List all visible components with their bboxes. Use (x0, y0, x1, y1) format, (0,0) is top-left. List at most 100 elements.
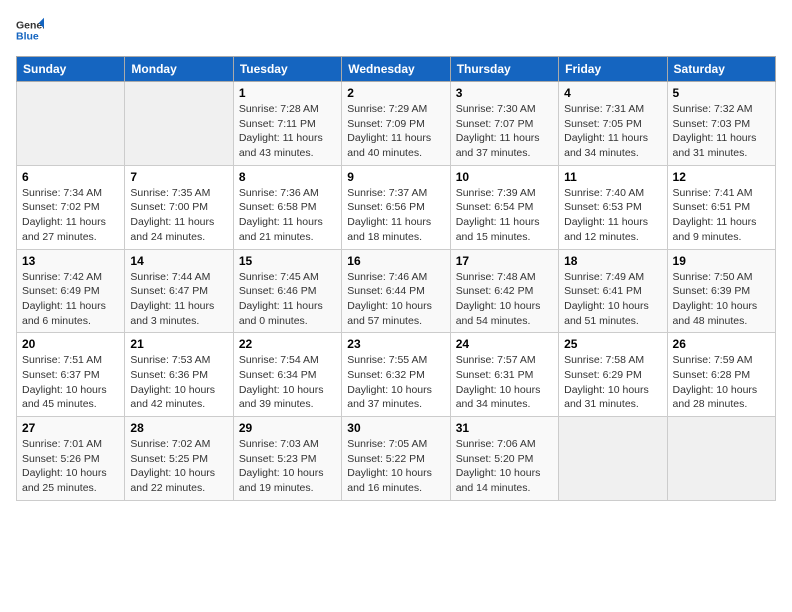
day-info: Sunrise: 7:01 AMSunset: 5:26 PMDaylight:… (22, 437, 119, 496)
day-number: 7 (130, 170, 227, 184)
day-info: Sunrise: 7:32 AMSunset: 7:03 PMDaylight:… (673, 102, 770, 161)
day-info: Sunrise: 7:55 AMSunset: 6:32 PMDaylight:… (347, 353, 444, 412)
calendar-cell: 21 Sunrise: 7:53 AMSunset: 6:36 PMDayligh… (125, 333, 233, 417)
day-number: 26 (673, 337, 770, 351)
calendar-cell: 22 Sunrise: 7:54 AMSunset: 6:34 PMDayligh… (233, 333, 341, 417)
calendar-cell: 12 Sunrise: 7:41 AMSunset: 6:51 PMDayligh… (667, 165, 775, 249)
day-number: 23 (347, 337, 444, 351)
day-number: 6 (22, 170, 119, 184)
day-info: Sunrise: 7:36 AMSunset: 6:58 PMDaylight:… (239, 186, 336, 245)
day-info: Sunrise: 7:59 AMSunset: 6:28 PMDaylight:… (673, 353, 770, 412)
day-number: 19 (673, 254, 770, 268)
day-info: Sunrise: 7:41 AMSunset: 6:51 PMDaylight:… (673, 186, 770, 245)
day-info: Sunrise: 7:54 AMSunset: 6:34 PMDaylight:… (239, 353, 336, 412)
day-info: Sunrise: 7:57 AMSunset: 6:31 PMDaylight:… (456, 353, 553, 412)
calendar-cell: 25 Sunrise: 7:58 AMSunset: 6:29 PMDayligh… (559, 333, 667, 417)
calendar-cell (17, 82, 125, 166)
calendar-week-3: 13 Sunrise: 7:42 AMSunset: 6:49 PMDayligh… (17, 249, 776, 333)
day-number: 28 (130, 421, 227, 435)
calendar-cell (125, 82, 233, 166)
day-number: 22 (239, 337, 336, 351)
weekday-header-sunday: Sunday (17, 57, 125, 82)
day-number: 29 (239, 421, 336, 435)
calendar-week-5: 27 Sunrise: 7:01 AMSunset: 5:26 PMDayligh… (17, 417, 776, 501)
day-info: Sunrise: 7:46 AMSunset: 6:44 PMDaylight:… (347, 270, 444, 329)
calendar-cell: 24 Sunrise: 7:57 AMSunset: 6:31 PMDayligh… (450, 333, 558, 417)
day-info: Sunrise: 7:45 AMSunset: 6:46 PMDaylight:… (239, 270, 336, 329)
day-number: 9 (347, 170, 444, 184)
day-info: Sunrise: 7:31 AMSunset: 7:05 PMDaylight:… (564, 102, 661, 161)
page-header: General Blue (16, 16, 776, 44)
calendar-week-4: 20Sunrise: 7:51 AMSunset: 6:37 PMDayligh… (17, 333, 776, 417)
calendar-cell: 20Sunrise: 7:51 AMSunset: 6:37 PMDayligh… (17, 333, 125, 417)
day-info: Sunrise: 7:44 AMSunset: 6:47 PMDaylight:… (130, 270, 227, 329)
day-number: 21 (130, 337, 227, 351)
calendar-week-1: 1Sunrise: 7:28 AMSunset: 7:11 PMDaylight… (17, 82, 776, 166)
calendar-cell: 31Sunrise: 7:06 AMSunset: 5:20 PMDayligh… (450, 417, 558, 501)
logo-icon: General Blue (16, 16, 44, 44)
day-number: 18 (564, 254, 661, 268)
day-info: Sunrise: 7:58 AMSunset: 6:29 PMDaylight:… (564, 353, 661, 412)
calendar-cell: 17Sunrise: 7:48 AMSunset: 6:42 PMDayligh… (450, 249, 558, 333)
day-info: Sunrise: 7:28 AMSunset: 7:11 PMDaylight:… (239, 102, 336, 161)
day-number: 16 (347, 254, 444, 268)
day-info: Sunrise: 7:40 AMSunset: 6:53 PMDaylight:… (564, 186, 661, 245)
calendar-cell: 13 Sunrise: 7:42 AMSunset: 6:49 PMDayligh… (17, 249, 125, 333)
svg-text:General: General (16, 19, 44, 31)
day-number: 25 (564, 337, 661, 351)
day-number: 27 (22, 421, 119, 435)
calendar-cell: 10 Sunrise: 7:39 AMSunset: 6:54 PMDayligh… (450, 165, 558, 249)
day-number: 14 (130, 254, 227, 268)
day-number: 24 (456, 337, 553, 351)
day-info: Sunrise: 7:29 AMSunset: 7:09 PMDaylight:… (347, 102, 444, 161)
calendar-cell: 11 Sunrise: 7:40 AMSunset: 6:53 PMDayligh… (559, 165, 667, 249)
day-info: Sunrise: 7:02 AMSunset: 5:25 PMDaylight:… (130, 437, 227, 496)
calendar-table: SundayMondayTuesdayWednesdayThursdayFrid… (16, 56, 776, 501)
calendar-cell: 19 Sunrise: 7:50 AMSunset: 6:39 PMDayligh… (667, 249, 775, 333)
calendar-week-2: 6Sunrise: 7:34 AMSunset: 7:02 PMDaylight… (17, 165, 776, 249)
calendar-cell: 9 Sunrise: 7:37 AMSunset: 6:56 PMDaylight… (342, 165, 450, 249)
calendar-cell: 14 Sunrise: 7:44 AMSunset: 6:47 PMDayligh… (125, 249, 233, 333)
day-number: 13 (22, 254, 119, 268)
logo: General Blue (16, 16, 44, 44)
calendar-cell: 27 Sunrise: 7:01 AMSunset: 5:26 PMDayligh… (17, 417, 125, 501)
day-number: 10 (456, 170, 553, 184)
day-info: Sunrise: 7:37 AMSunset: 6:56 PMDaylight:… (347, 186, 444, 245)
day-info: Sunrise: 7:50 AMSunset: 6:39 PMDaylight:… (673, 270, 770, 329)
calendar-cell: 4 Sunrise: 7:31 AMSunset: 7:05 PMDaylight… (559, 82, 667, 166)
weekday-header-thursday: Thursday (450, 57, 558, 82)
day-info: Sunrise: 7:39 AMSunset: 6:54 PMDaylight:… (456, 186, 553, 245)
day-info: Sunrise: 7:48 AMSunset: 6:42 PMDaylight:… (456, 270, 553, 329)
calendar-cell: 29 Sunrise: 7:03 AMSunset: 5:23 PMDayligh… (233, 417, 341, 501)
calendar-cell: 30 Sunrise: 7:05 AMSunset: 5:22 PMDayligh… (342, 417, 450, 501)
weekday-header-monday: Monday (125, 57, 233, 82)
calendar-cell: 1Sunrise: 7:28 AMSunset: 7:11 PMDaylight… (233, 82, 341, 166)
day-number: 11 (564, 170, 661, 184)
day-number: 4 (564, 86, 661, 100)
day-info: Sunrise: 7:53 AMSunset: 6:36 PMDaylight:… (130, 353, 227, 412)
calendar-cell: 7Sunrise: 7:35 AMSunset: 7:00 PMDaylight… (125, 165, 233, 249)
day-number: 2 (347, 86, 444, 100)
day-info: Sunrise: 7:30 AMSunset: 7:07 PMDaylight:… (456, 102, 553, 161)
day-number: 30 (347, 421, 444, 435)
day-number: 20 (22, 337, 119, 351)
weekday-header-tuesday: Tuesday (233, 57, 341, 82)
weekday-header-row: SundayMondayTuesdayWednesdayThursdayFrid… (17, 57, 776, 82)
calendar-cell: 28 Sunrise: 7:02 AMSunset: 5:25 PMDayligh… (125, 417, 233, 501)
calendar-cell (667, 417, 775, 501)
day-info: Sunrise: 7:03 AMSunset: 5:23 PMDaylight:… (239, 437, 336, 496)
day-number: 5 (673, 86, 770, 100)
calendar-cell: 16 Sunrise: 7:46 AMSunset: 6:44 PMDayligh… (342, 249, 450, 333)
calendar-cell: 18Sunrise: 7:49 AMSunset: 6:41 PMDayligh… (559, 249, 667, 333)
day-info: Sunrise: 7:42 AMSunset: 6:49 PMDaylight:… (22, 270, 119, 329)
calendar-cell (559, 417, 667, 501)
calendar-cell: 5 Sunrise: 7:32 AMSunset: 7:03 PMDaylight… (667, 82, 775, 166)
weekday-header-saturday: Saturday (667, 57, 775, 82)
day-number: 12 (673, 170, 770, 184)
calendar-cell: 6Sunrise: 7:34 AMSunset: 7:02 PMDaylight… (17, 165, 125, 249)
calendar-cell: 23 Sunrise: 7:55 AMSunset: 6:32 PMDayligh… (342, 333, 450, 417)
svg-text:Blue: Blue (16, 31, 39, 43)
weekday-header-friday: Friday (559, 57, 667, 82)
day-number: 8 (239, 170, 336, 184)
day-info: Sunrise: 7:05 AMSunset: 5:22 PMDaylight:… (347, 437, 444, 496)
